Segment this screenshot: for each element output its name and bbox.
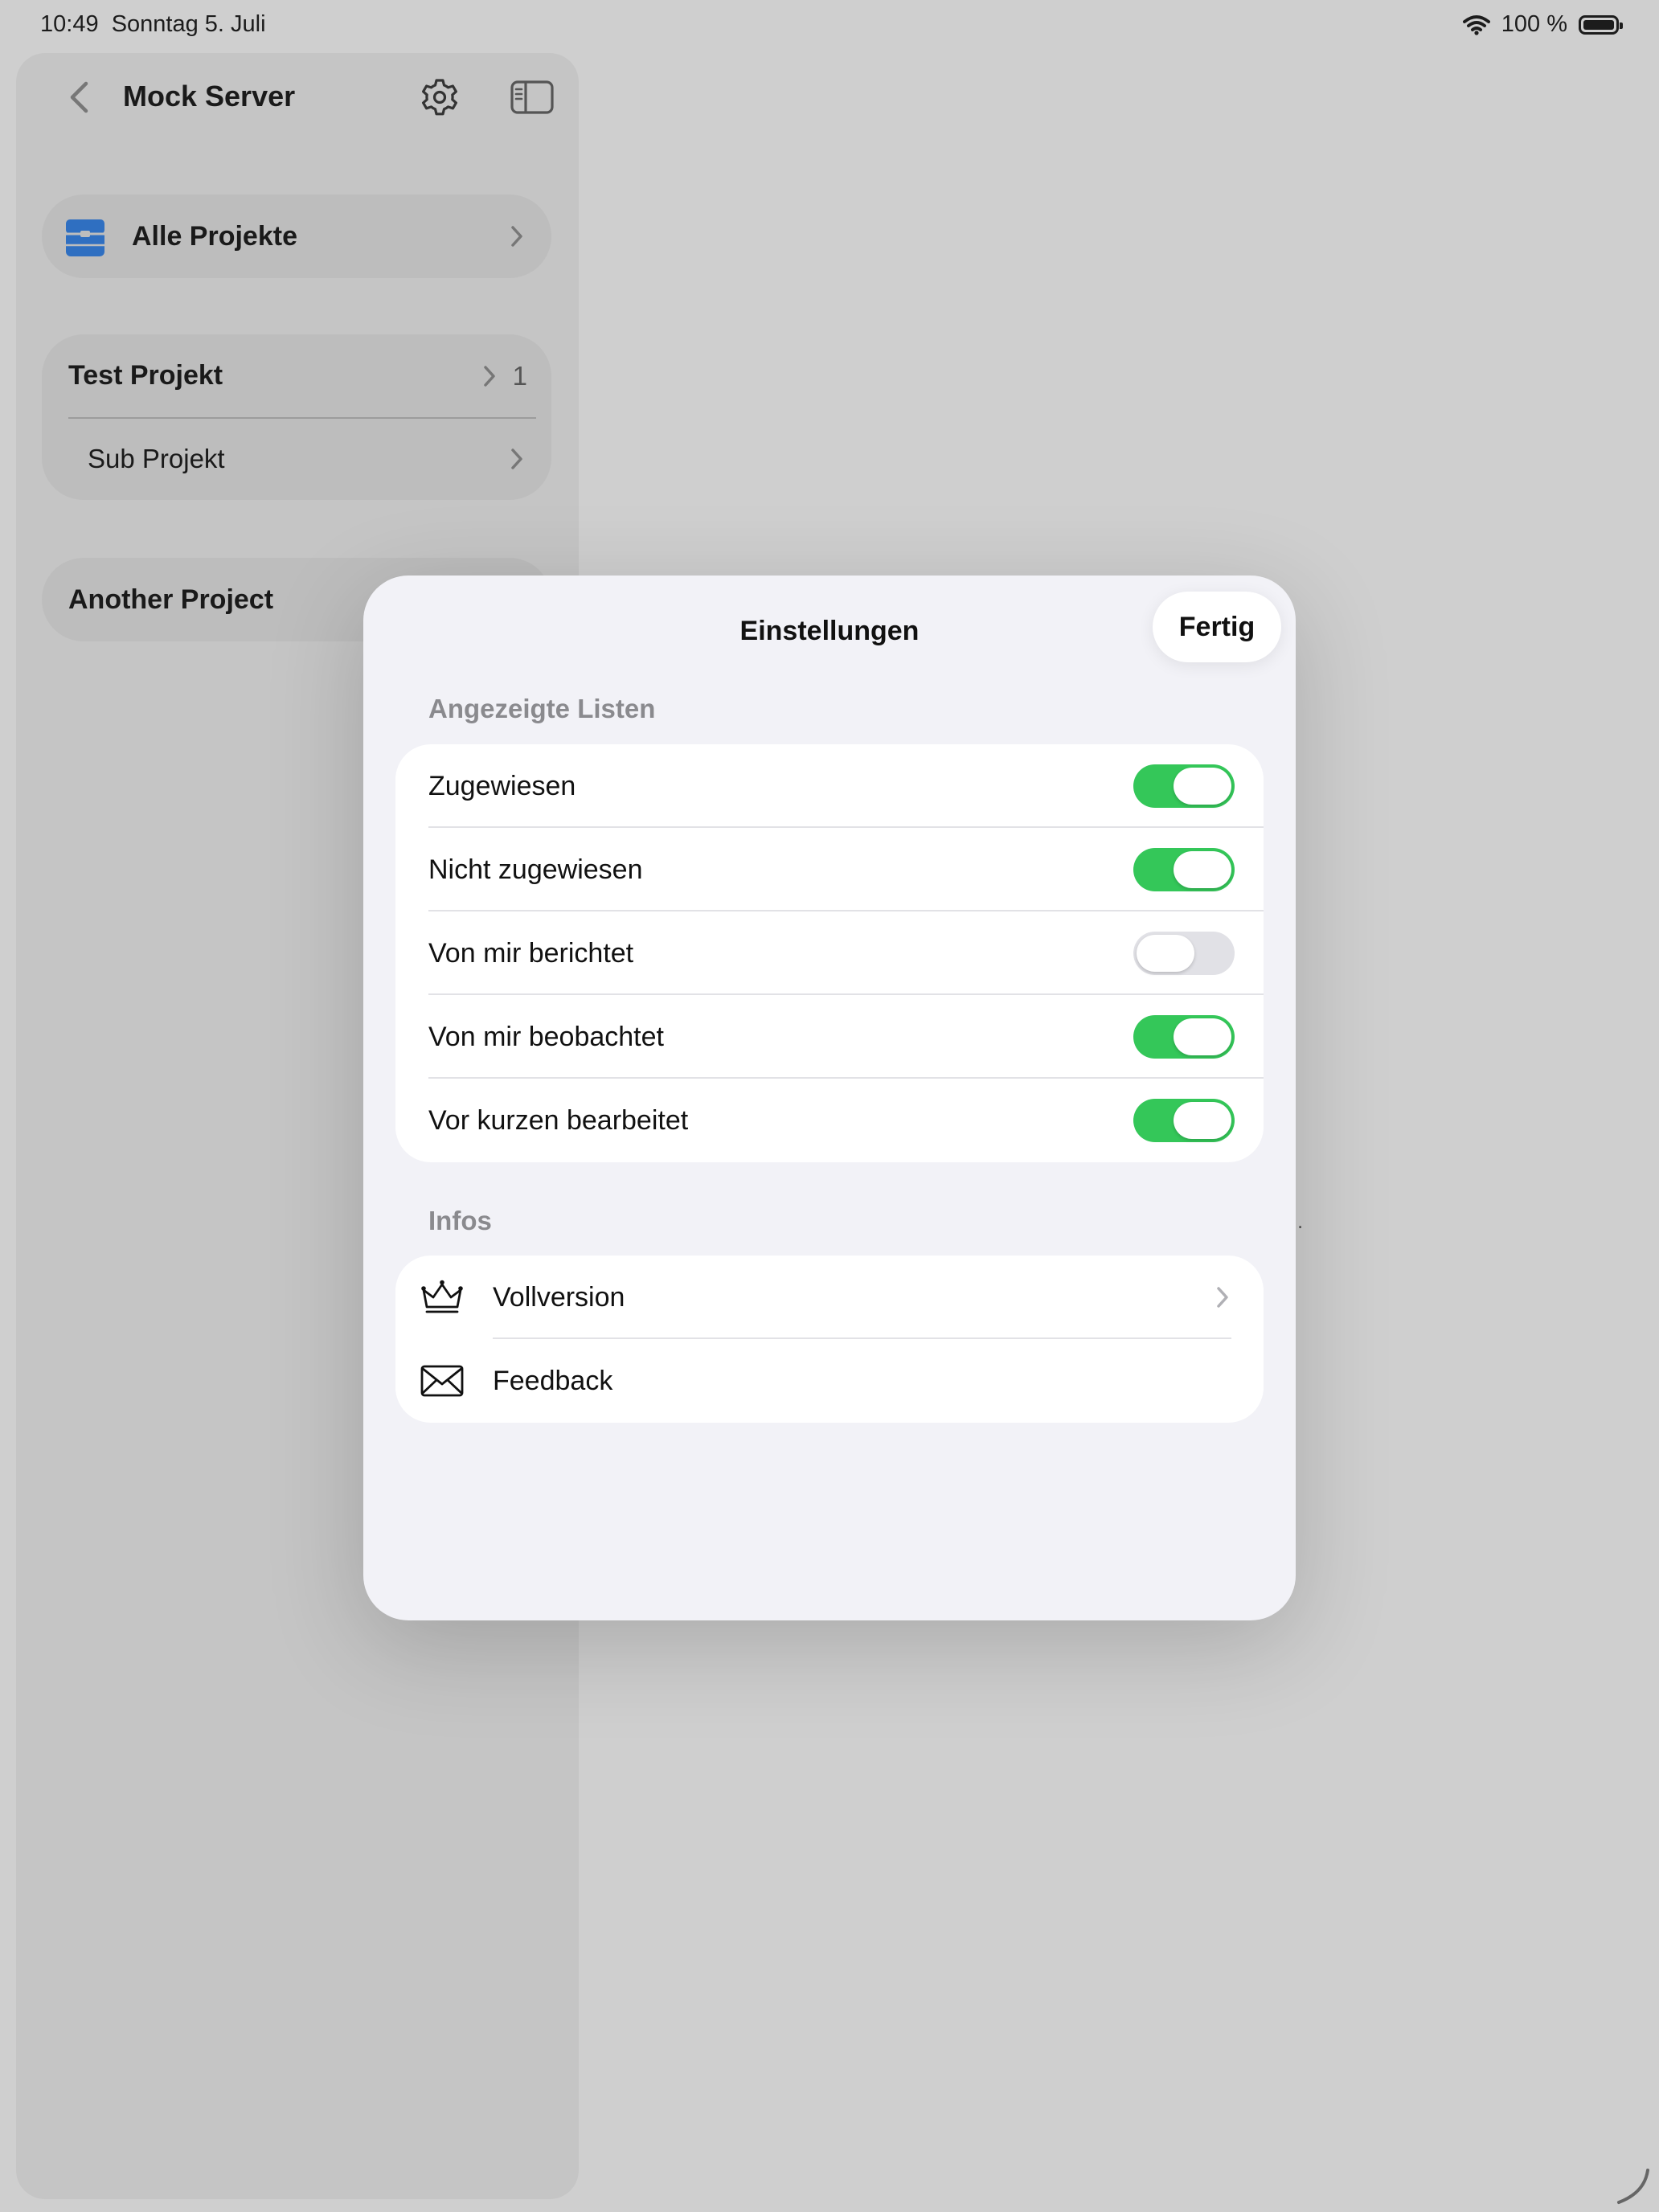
row-label: Vor kurzen bearbeitet — [428, 1105, 689, 1136]
status-date: Sonntag 5. Juli — [111, 11, 266, 37]
toggle-row-vor-kurzen-bearbeitet: Vor kurzen bearbeitet — [395, 1079, 1264, 1162]
battery-icon — [1579, 14, 1623, 35]
status-indicators: 100 % — [1462, 11, 1623, 38]
project-group: Test Projekt 1 Sub Projekt — [42, 334, 551, 500]
chevron-right-icon — [511, 226, 522, 247]
infos-group: Vollversion Feedback — [395, 1256, 1264, 1423]
feedback-row[interactable]: Feedback — [395, 1339, 1264, 1423]
chevron-right-icon[interactable] — [481, 364, 498, 388]
row-label: Vollversion — [493, 1282, 625, 1313]
vollversion-row[interactable]: Vollversion — [395, 1256, 1264, 1339]
section-header-displayed-lists: Angezeigte Listen — [428, 694, 656, 723]
status-time: 10:49 Sonntag 5. Juli — [40, 11, 266, 38]
battery-percentage: 100 % — [1501, 11, 1567, 37]
chevron-right-icon — [1217, 1287, 1228, 1308]
toggle-row-von-mir-beobachtet: Von mir beobachtet — [395, 995, 1264, 1079]
chevron-right-icon — [511, 449, 522, 469]
displayed-lists-group: Zugewiesen Nicht zugewiesen Von mir beri… — [395, 744, 1264, 1162]
sidebar-header: Mock Server — [16, 53, 579, 141]
crown-icon — [421, 1280, 463, 1313]
status-bar: 10:49 Sonntag 5. Juli 100 % — [0, 0, 1659, 51]
toggle-switch-von-mir-berichtet[interactable] — [1133, 932, 1235, 975]
all-projects-label: Alle Projekte — [132, 221, 297, 252]
gear-icon — [422, 79, 457, 116]
subproject-label: Sub Projekt — [88, 444, 225, 473]
toggle-switch-von-mir-beobachtet[interactable] — [1133, 1015, 1235, 1059]
toggle-row-zugewiesen: Zugewiesen — [395, 744, 1264, 828]
settings-sheet: Einstellungen Fertig Angezeigte Listen Z… — [363, 576, 1296, 1620]
row-label: Von mir berichtet — [428, 938, 634, 969]
chevron-left-icon — [70, 81, 88, 113]
settings-button[interactable] — [410, 68, 469, 127]
project-count: 1 — [512, 361, 527, 391]
toggle-switch-vor-kurzen-bearbeitet[interactable] — [1133, 1099, 1235, 1142]
wifi-icon — [1462, 14, 1490, 35]
back-button[interactable] — [61, 69, 96, 125]
toggle-switch-nicht-zugewiesen[interactable] — [1133, 848, 1235, 891]
sidebar-title: Mock Server — [123, 80, 296, 113]
project-label: Test Projekt — [68, 360, 223, 391]
toggle-row-nicht-zugewiesen: Nicht zugewiesen — [395, 828, 1264, 911]
sidebar-toggle-button[interactable] — [502, 68, 562, 127]
row-label: Von mir beobachtet — [428, 1022, 664, 1052]
section-header-infos: Infos — [428, 1206, 492, 1235]
done-button[interactable]: Fertig — [1153, 592, 1281, 662]
status-clock: 10:49 — [40, 11, 99, 37]
toggle-switch-zugewiesen[interactable] — [1133, 764, 1235, 808]
sidebar-icon — [510, 80, 554, 114]
all-projects-item[interactable]: Alle Projekte — [42, 195, 551, 278]
row-label: Zugewiesen — [428, 771, 576, 801]
toggle-row-von-mir-berichtet: Von mir berichtet — [395, 911, 1264, 995]
row-label: Nicht zugewiesen — [428, 854, 643, 885]
resize-corner-icon — [1617, 2169, 1649, 2204]
envelope-icon — [420, 1365, 464, 1397]
project-item-sub-projekt[interactable]: Sub Projekt — [42, 418, 551, 500]
background-dot-fragment: . — [1297, 1209, 1304, 1233]
project-label: Another Project — [68, 584, 274, 615]
project-item-test-projekt[interactable]: Test Projekt 1 — [42, 334, 551, 417]
tray-icon — [66, 219, 104, 256]
row-label: Feedback — [493, 1366, 613, 1396]
